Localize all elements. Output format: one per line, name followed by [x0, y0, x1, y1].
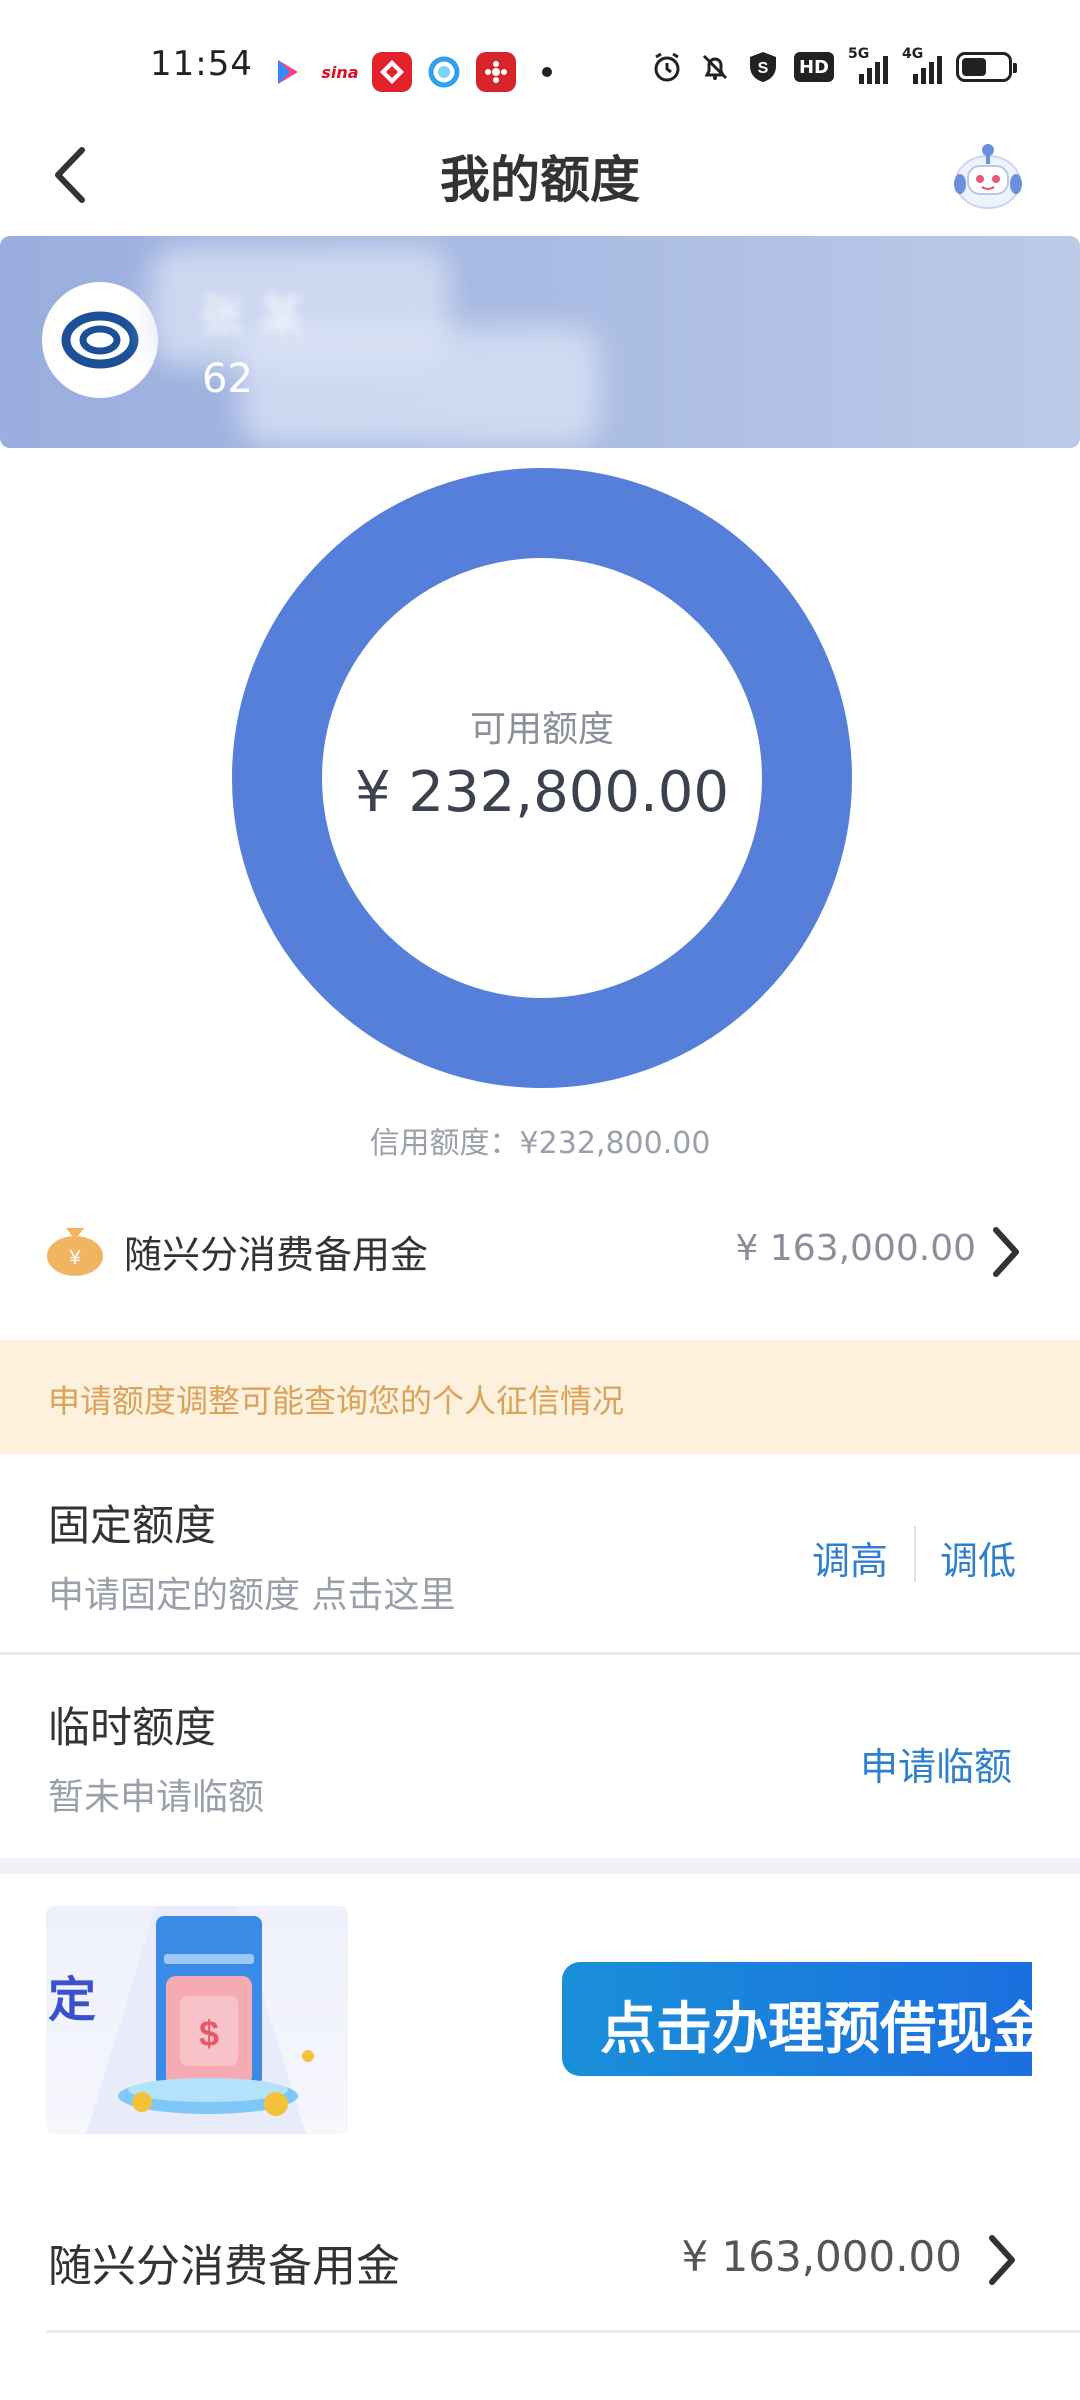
- raise-limit-button[interactable]: 调高: [812, 1530, 888, 1585]
- reserve-fund-detail-amount: ¥ 163,000.00: [681, 2232, 962, 2281]
- action-divider: [914, 1526, 916, 1582]
- notification-icons: sina: [268, 52, 552, 92]
- signal-5g-icon: 5G: [848, 46, 888, 84]
- fixed-quota-title: 固定额度: [48, 1501, 217, 1550]
- fixed-quota-subtitle[interactable]: 申请固定的额度 点击这里: [48, 1566, 455, 1618]
- reserve-fund-detail-label: 随兴分消费备用金: [48, 2241, 400, 2292]
- reserve-fund-amount: ¥ 163,000.00: [735, 1228, 976, 1269]
- card-banner[interactable]: 张 某 62: [0, 236, 1080, 448]
- signal-4g-icon: 4G: [902, 46, 942, 84]
- cash-advance-banner-text: 点击办理预借现金: [600, 1997, 1032, 2062]
- temporary-quota-title: 临时额度: [48, 1703, 217, 1752]
- chevron-right-icon: [993, 1227, 1019, 1277]
- bank-logo: [42, 282, 158, 398]
- cloud-app-icon: [424, 52, 464, 92]
- flower-app-icon: [476, 52, 516, 92]
- available-limit-label: 可用额度: [469, 709, 614, 750]
- svg-text:¥: ¥: [68, 1247, 81, 1269]
- svg-text:$: $: [199, 2013, 219, 2054]
- section-gap: [0, 1858, 1080, 1874]
- reserve-fund-row[interactable]: ¥ 随兴分消费备用金 ¥ 163,000.00: [0, 1200, 1080, 1300]
- status-time: 11:54: [150, 44, 253, 84]
- row-divider: [46, 2330, 1080, 2333]
- page-title: 我的额度: [440, 151, 640, 209]
- svg-text:S: S: [758, 60, 769, 77]
- more-notifications-dot: [542, 67, 552, 77]
- hd-voice-badge: HD: [793, 52, 834, 82]
- alarm-icon: [650, 50, 684, 84]
- row-divider: [0, 1652, 1080, 1655]
- video-app-icon: [268, 52, 308, 92]
- apply-temporary-limit-button[interactable]: 申请临额: [860, 1736, 1012, 1791]
- card-number: 62: [202, 356, 253, 402]
- cash-advance-banner[interactable]: 点击办理预借现金: [562, 1962, 1032, 2076]
- assistant-robot-button[interactable]: [946, 134, 1030, 218]
- promo-thumbnail[interactable]: 定 $: [46, 1906, 348, 2134]
- privacy-blur: [240, 326, 600, 446]
- system-icons: S HD 5G 4G: [650, 46, 1017, 84]
- robot-assistant-icon: [954, 144, 1022, 209]
- temporary-quota-subtitle: 暂未申请临额: [48, 1777, 265, 1818]
- chevron-right-icon: [989, 2235, 1015, 2285]
- notice-text: 申请额度调整可能查询您的个人征信情况: [48, 1382, 625, 1420]
- card-illustration-icon: 定 $: [48, 1906, 314, 2134]
- nav-bar: 我的额度: [0, 120, 1080, 230]
- mute-bell-icon: [698, 50, 732, 84]
- shopping-app-icon: [372, 52, 412, 92]
- reserve-fund-detail-row[interactable]: 随兴分消费备用金 ¥ 163,000.00: [0, 2200, 1080, 2320]
- money-bag-icon: ¥: [47, 1228, 103, 1276]
- available-limit-value: ¥ 232,800.00: [354, 760, 730, 825]
- battery-icon: [956, 52, 1017, 82]
- lower-limit-button[interactable]: 调低: [940, 1530, 1016, 1585]
- fixed-quota-row[interactable]: 固定额度 申请固定的额度 点击这里 调高 调低: [0, 1454, 1080, 1654]
- temporary-quota-row[interactable]: 临时额度 暂未申请临额 申请临额: [0, 1656, 1080, 1856]
- shield-icon: S: [746, 50, 780, 84]
- credit-check-notice: 申请额度调整可能查询您的个人征信情况: [0, 1340, 1080, 1454]
- credit-limit-text: 信用额度：¥232,800.00: [369, 1126, 711, 1161]
- status-bar: 11:54 sina S HD 5G 4G: [0, 0, 1080, 120]
- news-app-icon: sina: [320, 52, 360, 92]
- available-limit-ring: 可用额度 ¥ 232,800.00: [232, 468, 852, 1088]
- card-holder-name: 张 某: [200, 291, 304, 342]
- promo-thumb-char: 定: [48, 1972, 96, 2028]
- reserve-fund-label: 随兴分消费备用金: [124, 1233, 429, 1277]
- bank-logo-icon: [61, 311, 139, 369]
